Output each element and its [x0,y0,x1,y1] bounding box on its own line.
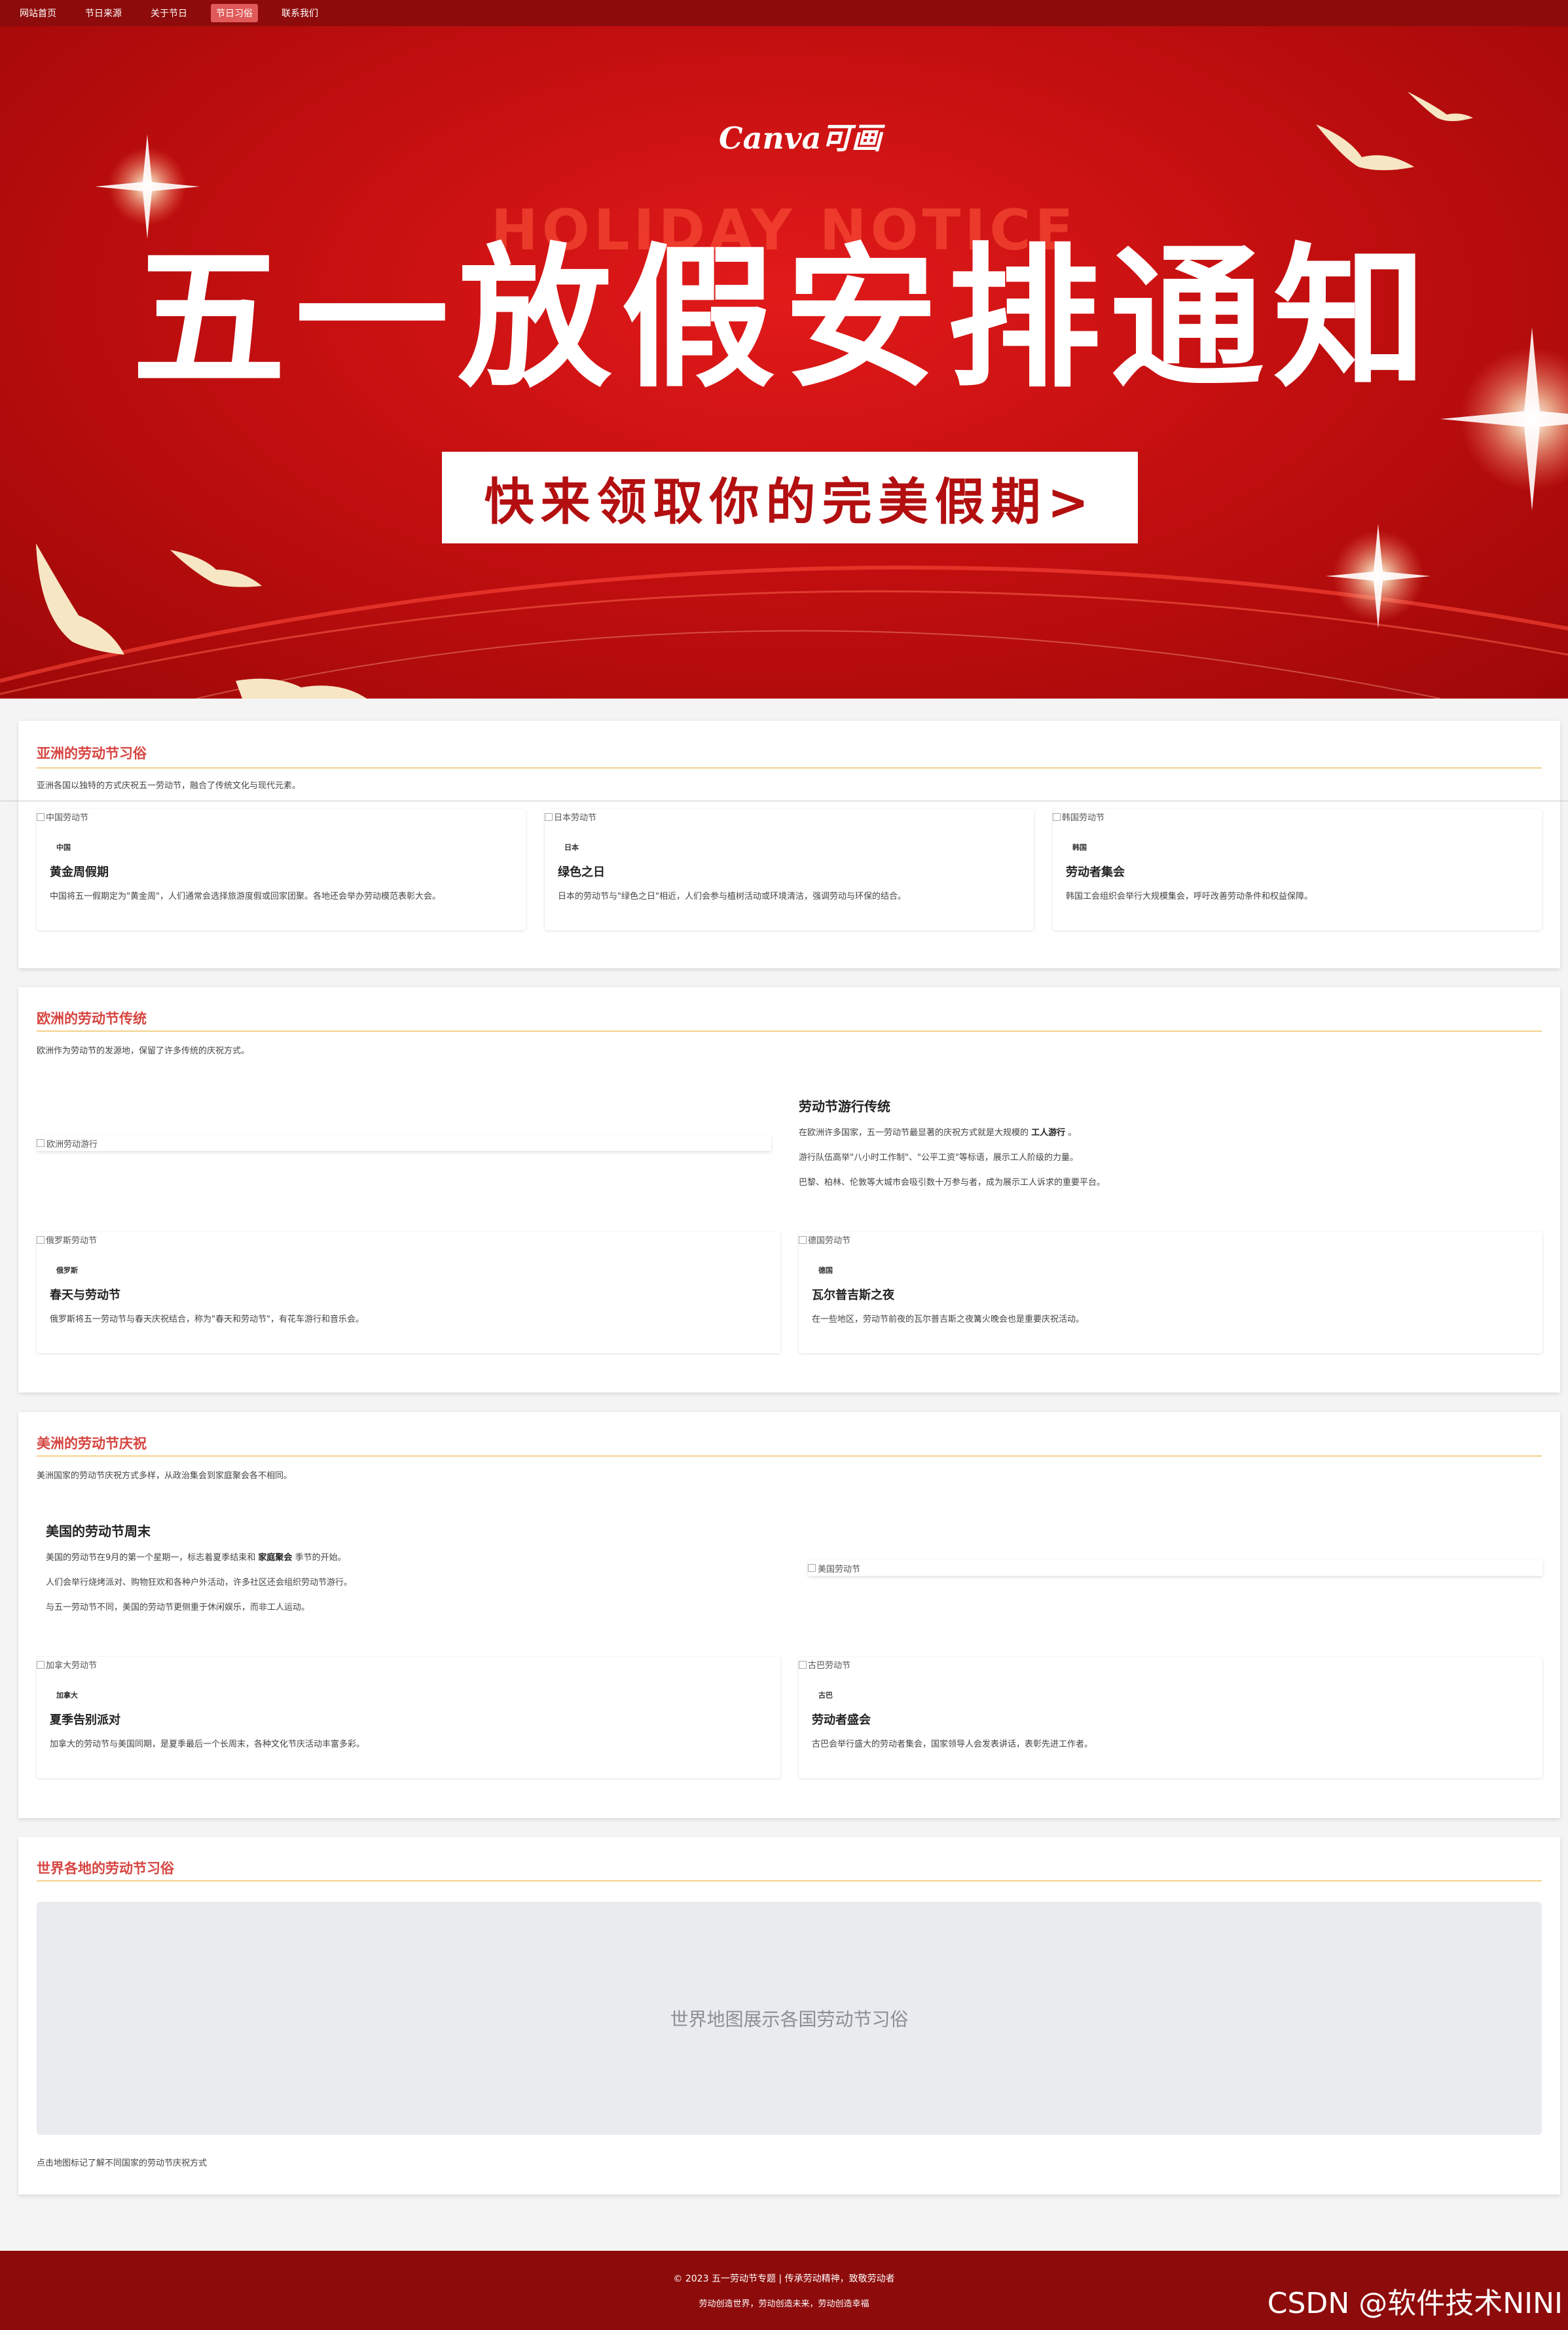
feature-title: 美国的劳动节周末 [46,1523,151,1539]
card-text: 日本的劳动节与"绿色之日"相近，人们会参与植树活动或环境清洁，强调劳动与环保的结… [558,892,906,901]
custom-card[interactable]: 古巴劳动节 古巴 劳动者盛会 古巴会举行盛大的劳动者集会，国家领导人会发表讲话，… [799,1657,1542,1778]
card-image: 古巴劳动节 [799,1658,850,1671]
nav-origin[interactable]: 节日来源 [80,4,127,22]
section-title: 美洲的劳动节庆祝 [37,1436,147,1451]
section-divider [37,1030,1542,1032]
broken-image-icon [37,812,45,821]
map-hint: 点击地图标记了解不同国家的劳动节庆祝方式 [37,2158,208,2168]
section-world: 世界各地的劳动节习俗 世界地图展示各国劳动节习俗 点击地图标记了解不同国家的劳动… [18,1837,1560,2194]
card-title: 劳动者集会 [1066,865,1125,879]
sparkle-icon [1326,524,1431,628]
card-tag: 日本 [564,843,579,852]
section-description: 美洲国家的劳动节庆祝方式多样，从政治集会到家庭聚会各不相同。 [37,1471,293,1481]
feature-title: 劳动节游行传统 [799,1099,890,1114]
card-title: 瓦尔普吉斯之夜 [812,1288,894,1302]
card-tag: 俄罗斯 [56,1266,78,1275]
feature-image: 欧洲劳动游行 [37,1135,771,1151]
canva-logo: Canva可画 [719,120,882,156]
broken-image-icon [799,1235,807,1244]
feature-image: 美国劳动节 [808,1560,1542,1576]
broken-image-icon [37,1660,45,1669]
section-title: 亚洲的劳动节习俗 [37,746,147,761]
map-placeholder: 世界地图展示各国劳动节习俗 [670,2009,909,2030]
card-image: 加拿大劳动节 [37,1658,97,1671]
card-image: 俄罗斯劳动节 [37,1233,97,1246]
custom-card[interactable]: 加拿大劳动节 加拿大 夏季告别派对 加拿大的劳动节与美国同期，是夏季最后一个长周… [37,1657,780,1778]
feature-text: 人们会举行烧烤派对、购物狂欢和各种户外活动，许多社区还会组织劳动节游行。 [46,1578,353,1588]
custom-card[interactable]: 日本劳动节 日本 绿色之日 日本的劳动节与"绿色之日"相近，人们会参与植树活动或… [545,809,1034,930]
card-text: 在一些地区，劳动节前夜的瓦尔普吉斯之夜篝火晚会也是重要庆祝活动。 [812,1315,1085,1324]
section-divider [37,1455,1542,1457]
watermark: CSDN @软件技术NINI [1267,2287,1563,2320]
card-title: 绿色之日 [558,865,605,879]
custom-card[interactable]: 俄罗斯劳动节 俄罗斯 春天与劳动节 俄罗斯将五一劳动节与春天庆祝结合，称为"春天… [37,1232,780,1353]
card-image: 德国劳动节 [799,1233,850,1246]
section-asia: 亚洲的劳动节习俗 亚洲各国以独特的方式庆祝五一劳动节，融合了传统文化与现代元素。… [18,721,1560,968]
broken-image-icon [808,1564,816,1572]
nav-about[interactable]: 关于节日 [145,4,192,22]
nav-customs[interactable]: 节日习俗 [211,4,258,22]
section-title: 欧洲的劳动节传统 [37,1011,147,1027]
broken-image-icon [545,812,553,821]
feature-text: 在欧洲许多国家，五一劳动节最显著的庆祝方式就是大规模的 工人游行 。 [799,1128,1077,1138]
card-text: 俄罗斯将五一劳动节与春天庆祝结合，称为"春天和劳动节"，有花车游行和音乐会。 [50,1315,364,1324]
broken-image-icon [799,1660,807,1669]
nav-home[interactable]: 网站首页 [14,4,62,22]
card-tag: 德国 [818,1266,833,1275]
section-america: 美洲的劳动节庆祝 美洲国家的劳动节庆祝方式多样，从政治集会到家庭聚会各不相同。 … [18,1412,1560,1818]
broken-image-icon [1053,812,1061,821]
custom-card[interactable]: 韩国劳动节 韩国 劳动者集会 韩国工会组织会举行大规模集会，呼吁改善劳动条件和权… [1053,809,1542,930]
card-tag: 韩国 [1072,843,1087,852]
card-image: 中国劳动节 [37,810,88,823]
card-text: 古巴会举行盛大的劳动者集会，国家领导人会发表讲话，表彰先进工作者。 [812,1739,1093,1749]
broken-image-icon [37,1139,45,1147]
card-title: 夏季告别派对 [50,1713,120,1727]
section-description: 亚洲各国以独特的方式庆祝五一劳动节，融合了传统文化与现代元素。 [37,781,301,791]
card-title: 春天与劳动节 [50,1288,120,1302]
feature-text: 巴黎、柏林、伦敦等大城市会吸引数十万参与者，成为展示工人诉求的重要平台。 [799,1178,1106,1188]
card-image: 韩国劳动节 [1053,810,1104,823]
feature-text: 游行队伍高举"八小时工作制"、"公平工资"等标语，展示工人阶级的力量。 [799,1153,1078,1163]
hero-banner[interactable]: Canva可画 HOLIDAY NOTICE 五一放假安排通知 快来领取你的完美… [0,26,1568,699]
nav-contact[interactable]: 联系我们 [276,4,323,22]
world-map[interactable]: 世界地图展示各国劳动节习俗 [37,1902,1542,2135]
custom-card[interactable]: 中国劳动节 中国 黄金周假期 中国将五一假期定为"黄金周"，人们通常会选择旅游度… [37,809,526,930]
broken-image-icon [37,1235,45,1244]
card-text: 加拿大的劳动节与美国同期，是夏季最后一个长周末，各种文化节庆活动丰富多彩。 [50,1739,365,1749]
section-divider [37,767,1542,769]
hero-cta-button[interactable]: 快来领取你的完美假期> [442,452,1138,543]
card-title: 黄金周假期 [50,865,109,879]
custom-card[interactable]: 德国劳动节 德国 瓦尔普吉斯之夜 在一些地区，劳动节前夜的瓦尔普吉斯之夜篝火晚会… [799,1232,1542,1353]
section-title: 世界各地的劳动节习俗 [37,1861,174,1876]
section-europe: 欧洲的劳动节传统 欧洲作为劳动节的发源地，保留了许多传统的庆祝方式。 欧洲劳动游… [18,987,1560,1393]
hero-title: 五一放假安排通知 [132,230,1436,409]
section-description: 欧洲作为劳动节的发源地，保留了许多传统的庆祝方式。 [37,1046,250,1056]
card-title: 劳动者盛会 [812,1713,871,1727]
feature-text: 美国的劳动节在9月的第一个星期一，标志着夏季结束和 家庭聚会 季节的开始。 [46,1553,346,1563]
top-nav: 网站首页 节日来源 关于节日 节日习俗 联系我们 [0,0,1568,26]
section-divider [37,1880,1542,1882]
card-tag: 古巴 [818,1691,833,1700]
feature-text: 与五一劳动节不同，美国的劳动节更侧重于休闲娱乐，而非工人运动。 [46,1603,310,1612]
card-image: 日本劳动节 [545,810,596,823]
card-text: 中国将五一假期定为"黄金周"，人们通常会选择旅游度假或回家团聚。各地还会举办劳动… [50,892,441,901]
card-tag: 加拿大 [56,1691,78,1700]
card-tag: 中国 [56,843,71,852]
card-text: 韩国工会组织会举行大规模集会，呼吁改善劳动条件和权益保障。 [1066,892,1313,901]
